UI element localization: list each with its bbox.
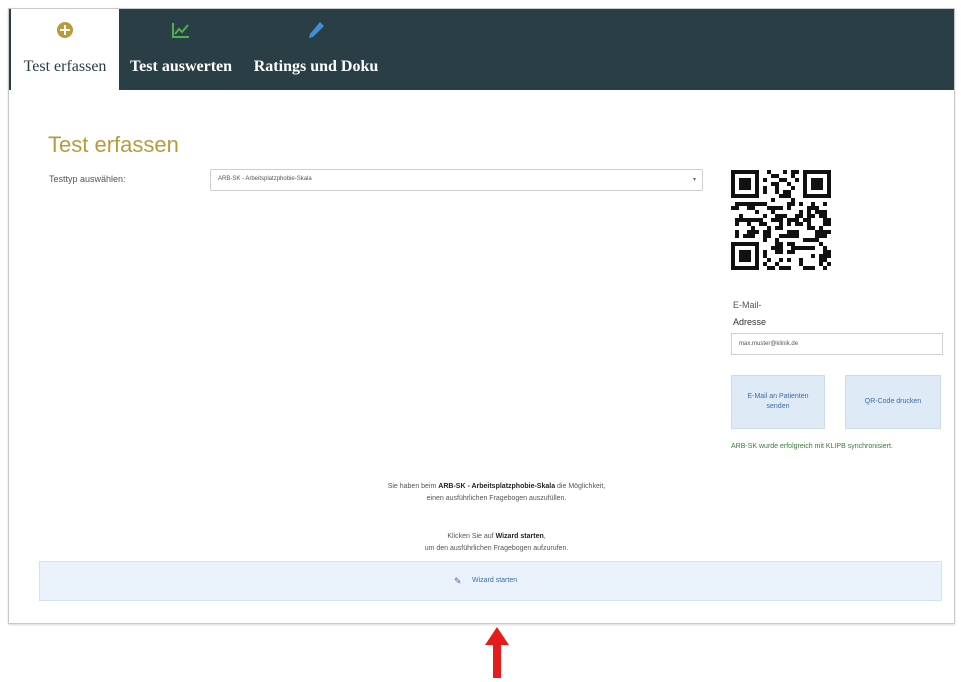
info-bold: Wizard starten <box>495 533 544 540</box>
info-text: Sie haben beim <box>387 483 439 490</box>
email-label: E-Mail- <box>733 300 762 310</box>
top-navigation-bar: Test erfassen Test auswerten Ratings und… <box>9 9 954 90</box>
wizard-start-label: Wizard starten <box>472 577 518 584</box>
chart-icon <box>172 23 189 38</box>
magic-wand-icon: ✎ <box>454 576 462 586</box>
email-value: max.muster@klinik.de <box>739 341 799 347</box>
sync-status-message: ARB-SK wurde erfolgreich mit KLIPB synch… <box>731 443 893 450</box>
email-label-2: Adresse <box>733 317 767 327</box>
testtyp-select[interactable]: ARB-SK - Arbeitsplatzphobie-Skala ▾ <box>210 169 703 191</box>
info-text: Klicken Sie auf <box>447 533 496 540</box>
annotation-arrow-icon <box>485 627 509 678</box>
tab-label: Test auswerten <box>129 58 233 75</box>
email-field[interactable]: max.muster@klinik.de <box>731 333 943 355</box>
send-mail-button[interactable]: E-Mail an Patienten senden <box>731 375 825 429</box>
info-text-2: Klicken Sie auf Wizard starten, um den a… <box>259 531 734 555</box>
tab-test-erfassen[interactable]: Test erfassen <box>11 9 119 90</box>
info-bold: ARB-SK - Arbeitsplatzphobie-Skala <box>438 483 556 490</box>
wizard-start-button[interactable]: ✎ Wizard starten <box>39 561 942 601</box>
qr-code-image <box>731 170 831 270</box>
print-qr-button[interactable]: QR-Code drucken <box>845 375 941 429</box>
page-title: Test erfassen <box>48 132 179 157</box>
testtyp-selected-value: ARB-SK - Arbeitsplatzphobie-Skala <box>218 176 312 182</box>
tab-ratings-und-doku[interactable]: Ratings und Doku <box>245 9 387 90</box>
tab-label: Ratings und Doku <box>253 58 379 75</box>
plus-circle-icon <box>57 22 73 38</box>
info-text: die Möglichkeit, <box>555 483 606 490</box>
pencil-icon <box>309 22 324 38</box>
tab-label: Test erfassen <box>23 58 107 75</box>
app-frame: Test erfassen Test auswerten Ratings und… <box>8 8 955 624</box>
testtyp-label: Testtyp auswählen: <box>49 174 126 184</box>
info-text: einen ausführlichen Fragebogen auszufüll… <box>426 495 567 502</box>
info-text: , <box>543 533 546 540</box>
chevron-down-icon: ▾ <box>692 177 696 183</box>
tab-test-auswerten[interactable]: Test auswerten <box>121 9 241 90</box>
info-text: um den ausführlichen Fragebogen aufzuruf… <box>424 545 569 552</box>
info-text-1: Sie haben beim ARB-SK - Arbeitsplatzphob… <box>259 481 734 505</box>
